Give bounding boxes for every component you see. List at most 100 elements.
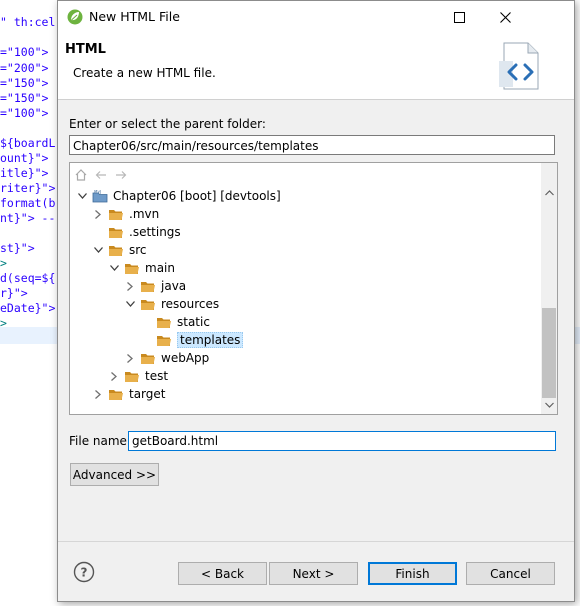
scroll-down-button[interactable] [543, 399, 555, 411]
tree-item-label: resources [161, 297, 220, 311]
svg-text:MvJ: MvJ [94, 190, 101, 194]
expand-right-icon[interactable] [124, 280, 136, 292]
maximize-button[interactable] [436, 1, 482, 33]
dialog-title: New HTML File [89, 9, 180, 24]
tree-item-label: webApp [161, 351, 210, 365]
tree-item-label: static [177, 315, 210, 329]
code-line: d(seq=${ [0, 271, 56, 285]
cancel-button[interactable]: Cancel [466, 562, 555, 585]
home-icon[interactable] [74, 168, 88, 182]
scroll-up-button[interactable] [543, 187, 555, 199]
code-line: " th:cel [0, 15, 56, 29]
expand-right-icon[interactable] [108, 370, 120, 382]
title-bar[interactable]: New HTML File [58, 1, 574, 33]
tree-item-label: target [129, 387, 166, 401]
tree-item-label: src [129, 243, 147, 257]
expand-down-icon[interactable] [108, 262, 120, 274]
tree-item[interactable]: webApp [124, 349, 209, 367]
tree-item[interactable]: test [108, 367, 168, 385]
parent-folder-input[interactable]: Chapter06/src/main/resources/templates [69, 135, 555, 155]
expand-down-icon[interactable] [76, 190, 88, 202]
chevron-down-icon [544, 402, 554, 408]
maximize-icon [453, 11, 465, 23]
spring-leaf-icon [67, 9, 83, 25]
code-line: ="150"> [0, 76, 49, 90]
advanced-button[interactable]: Advanced >> [70, 463, 159, 486]
file-name-label: File name: [69, 434, 131, 448]
expand-down-icon[interactable] [124, 298, 136, 310]
code-line: > [0, 256, 7, 270]
folder-icon [124, 262, 140, 275]
tree-item[interactable]: .mvn [92, 205, 159, 223]
svg-text:?: ? [81, 566, 88, 580]
code-line: itle}"> [0, 166, 49, 180]
folder-icon [108, 226, 124, 239]
expand-right-icon[interactable] [124, 352, 136, 364]
folder-icon [156, 316, 172, 329]
tree-vertical-scrollbar[interactable] [541, 163, 557, 414]
folder-icon [140, 352, 156, 365]
wizard-description: Create a new HTML file. [73, 66, 216, 80]
tree-nav-bar [74, 166, 128, 184]
code-line: ="200"> [0, 61, 49, 75]
tree-item-label: test [145, 369, 169, 383]
forward-arrow-icon[interactable] [114, 168, 128, 182]
folder-tree[interactable]: MvJ Chapter06 [boot] [devtools] .mvn .setti… [69, 162, 558, 415]
tree-item[interactable]: resources [124, 295, 219, 313]
expand-down-icon[interactable] [92, 244, 104, 256]
new-html-file-dialog: New HTML File HTML Create a new HTML fil… [57, 0, 575, 602]
code-line: eDate}"> [0, 301, 56, 315]
file-name-input[interactable]: getBoard.html [128, 431, 556, 451]
close-icon [499, 11, 511, 23]
code-line: > [0, 316, 7, 330]
folder-icon [108, 388, 124, 401]
tree-item-label: .settings [129, 225, 181, 239]
code-line: format(b [0, 196, 56, 210]
tree-item[interactable]: MvJ Chapter06 [boot] [devtools] [76, 187, 281, 205]
wizard-header: HTML Create a new HTML file. [58, 33, 574, 100]
folder-icon [108, 208, 124, 221]
folder-icon [140, 298, 156, 311]
html-file-wizard-icon [499, 42, 539, 90]
scrollbar-thumb[interactable] [542, 308, 556, 398]
code-line: ount}"> [0, 151, 49, 165]
tree-item-label: java [161, 279, 187, 293]
back-arrow-icon[interactable] [94, 168, 108, 182]
folder-icon [108, 244, 124, 257]
tree-item[interactable]: templates [140, 331, 244, 349]
tree-item[interactable]: java [124, 277, 186, 295]
back-button[interactable]: < Back [178, 562, 267, 585]
code-line: ="100"> [0, 106, 49, 120]
folder-icon [124, 370, 140, 383]
parent-folder-label: Enter or select the parent folder: [69, 117, 266, 131]
code-line: nt}"> -- [0, 211, 56, 225]
help-icon[interactable]: ? [73, 561, 95, 583]
tree-item[interactable]: target [92, 385, 166, 403]
project-icon: MvJ [92, 189, 108, 203]
next-button[interactable]: Next > [269, 562, 358, 585]
code-line: r}"> [0, 286, 28, 300]
tree-item[interactable]: main [108, 259, 175, 277]
tree-item[interactable]: .settings [92, 223, 181, 241]
code-line: riter}"> [0, 181, 56, 195]
chevron-up-icon [544, 190, 554, 196]
code-line: ${boardL [0, 136, 56, 150]
code-line: ="150"> [0, 91, 49, 105]
folder-icon [140, 280, 156, 293]
tree-item-label: Chapter06 [boot] [devtools] [113, 189, 281, 203]
expand-right-icon[interactable] [92, 208, 104, 220]
expand-right-icon[interactable] [92, 388, 104, 400]
wizard-title: HTML [65, 42, 106, 57]
code-line: st}"> [0, 241, 35, 255]
folder-icon [156, 334, 172, 347]
tree-item[interactable]: src [92, 241, 147, 259]
tree-item-label: main [145, 261, 175, 275]
close-button[interactable] [482, 1, 528, 33]
tree-item[interactable]: static [140, 313, 210, 331]
code-line: ="100"> [0, 45, 49, 59]
footer-separator [58, 541, 574, 542]
finish-button[interactable]: Finish [368, 562, 457, 585]
